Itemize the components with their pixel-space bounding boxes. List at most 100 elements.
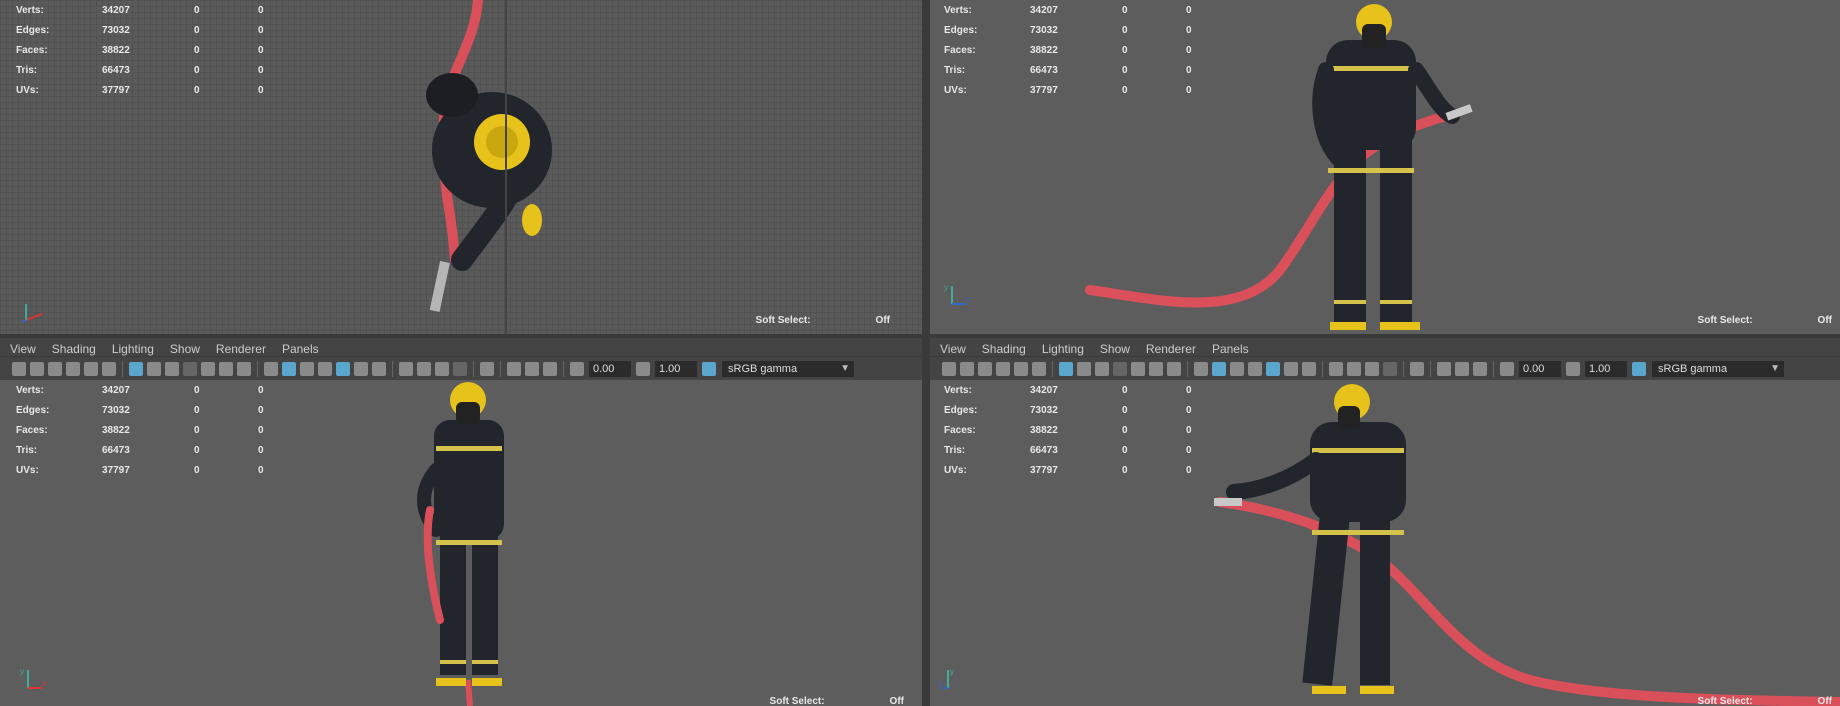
xray-icon[interactable] [507, 361, 521, 376]
gamma-icon[interactable] [636, 361, 650, 376]
viewport-top[interactable]: Verts: 34207 0 0 Edges: 73032 0 0 Faces: 38822 0… [0, 0, 922, 334]
menu-renderer[interactable]: Renderer [1146, 342, 1196, 356]
exposure-icon[interactable] [570, 361, 584, 376]
motion-blur-icon[interactable] [417, 361, 431, 376]
safe-title-icon[interactable] [1167, 361, 1181, 376]
field-chart-icon[interactable] [1131, 361, 1145, 376]
gamma-field[interactable]: 1.00 [655, 360, 697, 377]
resolution-gate-icon[interactable] [1095, 361, 1109, 376]
image-plane-icon[interactable] [66, 361, 80, 376]
shadows-icon[interactable] [372, 361, 386, 376]
camera-icon[interactable] [12, 361, 26, 376]
xray-icon[interactable] [1437, 361, 1451, 376]
textured-icon[interactable] [1266, 361, 1280, 376]
exposure-field[interactable]: 0.00 [1519, 360, 1561, 377]
wireframe-on-shaded-icon[interactable] [1248, 361, 1262, 376]
wireframe-on-shaded-icon[interactable] [318, 361, 332, 376]
firefighter-top-model[interactable] [400, 0, 600, 320]
gate-mask-icon[interactable] [183, 361, 197, 376]
image-plane-icon[interactable] [996, 361, 1010, 376]
film-gate-icon[interactable] [1077, 361, 1091, 376]
bookmarks-icon[interactable] [978, 361, 992, 376]
menu-show[interactable]: Show [170, 342, 200, 356]
menu-shading[interactable]: Shading [982, 342, 1026, 356]
2d-pan-zoom-icon[interactable] [84, 361, 98, 376]
isolate-select-icon[interactable] [480, 361, 494, 376]
exposure-field[interactable]: 0.00 [589, 360, 631, 377]
shadows-icon[interactable] [1302, 361, 1316, 376]
exposure-icon[interactable] [1500, 361, 1514, 376]
field-chart-icon[interactable] [201, 361, 215, 376]
lights-icon[interactable] [354, 361, 368, 376]
menu-lighting[interactable]: Lighting [1042, 342, 1084, 356]
axis-gizmo-icon: y z [944, 283, 970, 305]
xray-active-icon[interactable] [1455, 361, 1469, 376]
2d-pan-zoom-icon[interactable] [1014, 361, 1028, 376]
film-gate-icon[interactable] [147, 361, 161, 376]
ambient-occlusion-icon[interactable] [399, 361, 413, 376]
resolution-gate-icon[interactable] [165, 361, 179, 376]
stat-row-edges: Edges: 73032 0 0 [944, 404, 1192, 416]
isolate-select-icon[interactable] [1410, 361, 1424, 376]
menu-renderer[interactable]: Renderer [216, 342, 266, 356]
grid-icon[interactable] [1059, 361, 1073, 376]
menu-shading[interactable]: Shading [52, 342, 96, 356]
smooth-shade-icon[interactable] [282, 361, 296, 376]
smooth-shade-icon[interactable] [1212, 361, 1226, 376]
default-material-icon[interactable] [1230, 361, 1244, 376]
menu-view[interactable]: View [940, 342, 966, 356]
camera-attributes-icon[interactable] [960, 361, 974, 376]
wireframe-icon[interactable] [264, 361, 278, 376]
lights-icon[interactable] [1284, 361, 1298, 376]
menu-panels[interactable]: Panels [1212, 342, 1249, 356]
default-material-icon[interactable] [300, 361, 314, 376]
xray-active-icon[interactable] [525, 361, 539, 376]
axis-gizmo-icon [21, 304, 43, 323]
viewport-persp[interactable]: Verts: 34207 0 0 Edges: 73032 0 0 Faces: 38822 0… [930, 0, 1840, 334]
gamma-field[interactable]: 1.00 [1585, 360, 1627, 377]
safe-action-icon[interactable] [219, 361, 233, 376]
menu-show[interactable]: Show [1100, 342, 1130, 356]
firefighter-side-model[interactable] [1200, 380, 1840, 706]
grease-pencil-icon[interactable] [1032, 361, 1046, 376]
firefighter-persp-model[interactable] [1080, 0, 1500, 334]
anti-aliasing-icon[interactable] [1365, 361, 1379, 376]
viewport-side[interactable]: Verts: 34207 0 0 Edges: 73032 0 0 Faces: 38822 0… [930, 380, 1840, 706]
xray-joints-icon[interactable] [1473, 361, 1487, 376]
textured-icon[interactable] [336, 361, 350, 376]
camera-icon[interactable] [942, 361, 956, 376]
menu-panels[interactable]: Panels [282, 342, 319, 356]
safe-title-icon[interactable] [237, 361, 251, 376]
stat-row-verts: Verts: 34207 0 0 [16, 384, 264, 396]
gate-mask-icon[interactable] [1113, 361, 1127, 376]
menu-lighting[interactable]: Lighting [112, 342, 154, 356]
xray-joints-icon[interactable] [543, 361, 557, 376]
ambient-occlusion-icon[interactable] [1329, 361, 1343, 376]
stat-row-uvs: UVs: 37797 0 0 [16, 464, 264, 476]
bookmarks-icon[interactable] [48, 361, 62, 376]
grease-pencil-icon[interactable] [102, 361, 116, 376]
color-space-dropdown[interactable]: sRGB gamma ▼ [1652, 360, 1784, 377]
wireframe-icon[interactable] [1194, 361, 1208, 376]
anti-aliasing-icon[interactable] [435, 361, 449, 376]
stat-row-uvs: UVs: 37797 0 0 [16, 84, 264, 96]
gamma-icon[interactable] [1566, 361, 1580, 376]
grid-icon[interactable] [129, 361, 143, 376]
depth-of-field-icon[interactable] [453, 361, 467, 376]
camera-attributes-icon[interactable] [30, 361, 44, 376]
axis-gizmo-icon: y z [938, 667, 954, 689]
soft-select-status: Soft Select: Off [769, 696, 904, 706]
color-management-icon[interactable] [702, 361, 716, 376]
stat-row-faces: Faces: 38822 0 0 [944, 424, 1192, 436]
svg-text:x: x [42, 679, 46, 688]
safe-action-icon[interactable] [1149, 361, 1163, 376]
motion-blur-icon[interactable] [1347, 361, 1361, 376]
menu-view[interactable]: View [10, 342, 36, 356]
depth-of-field-icon[interactable] [1383, 361, 1397, 376]
svg-text:z: z [966, 295, 970, 304]
viewport-front[interactable]: Verts: 34207 0 0 Edges: 73032 0 0 Faces: 38822 0… [0, 380, 922, 706]
firefighter-front-model[interactable] [400, 380, 540, 706]
color-space-dropdown[interactable]: sRGB gamma ▼ [722, 360, 854, 377]
color-management-icon[interactable] [1632, 361, 1646, 376]
soft-select-status: Soft Select: Off [1697, 315, 1832, 326]
